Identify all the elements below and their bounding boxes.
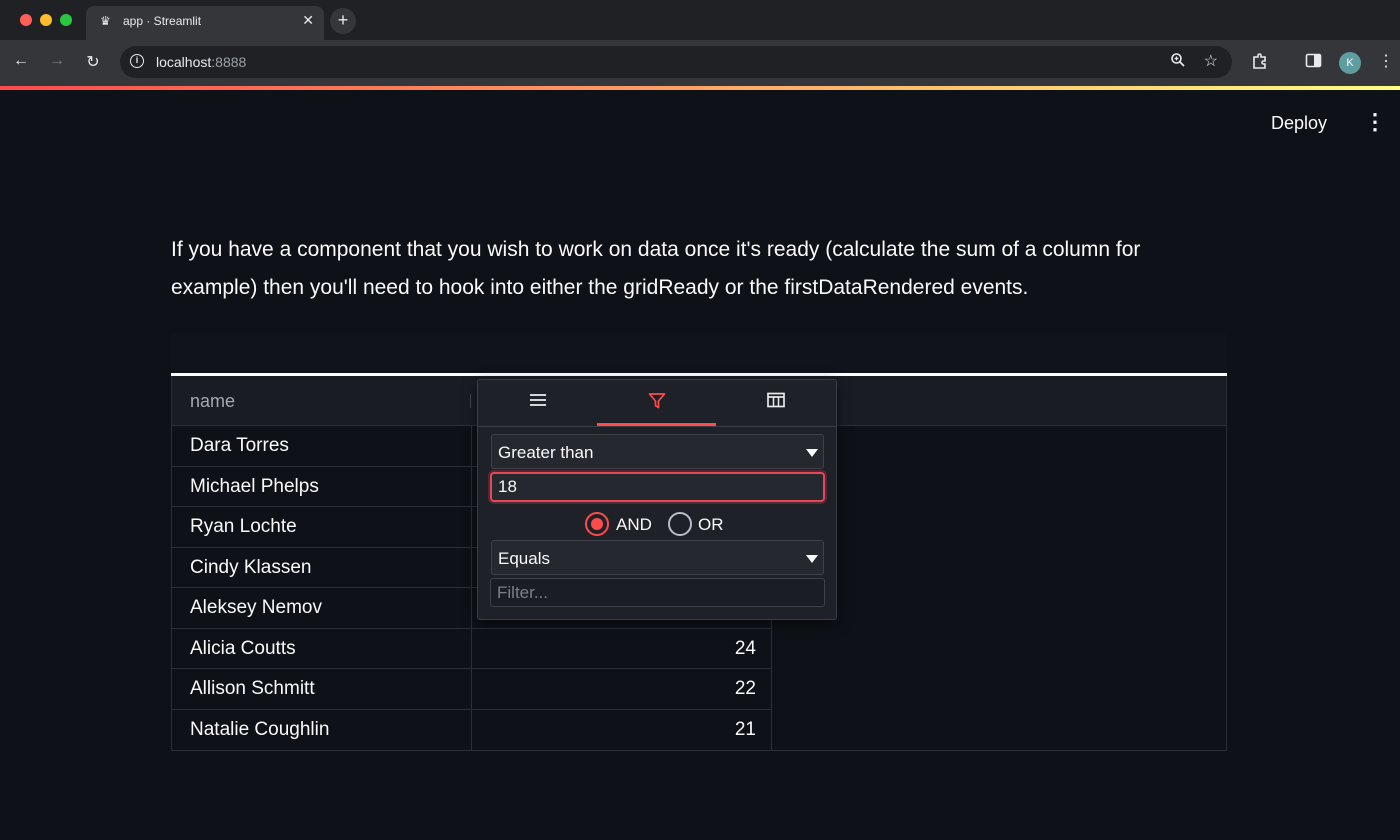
cell-name: Alicia Coutts <box>190 637 296 659</box>
streamlit-decoration-bar <box>0 86 1400 90</box>
side-panel-icon[interactable] <box>1305 52 1322 73</box>
tab-title: app · Streamlit <box>123 14 202 28</box>
zoom-icon[interactable] <box>1170 52 1186 71</box>
filter-funnel-icon <box>648 392 666 415</box>
table-row[interactable]: Allison Schmitt 22 <box>172 669 772 710</box>
tab-columns[interactable] <box>716 380 835 426</box>
browser-titlebar: ♛ app · Streamlit ✕ + <box>0 0 1400 40</box>
condition1-type-value: Greater than <box>498 443 594 462</box>
minimize-window-button[interactable] <box>40 14 52 26</box>
cell-name: Cindy Klassen <box>190 556 312 578</box>
deploy-button[interactable]: Deploy <box>1258 108 1340 138</box>
cell-name: Michael Phelps <box>190 475 319 497</box>
column-header-name[interactable]: name <box>190 391 235 412</box>
streamlit-favicon-icon: ♛ <box>100 14 111 28</box>
cell-name: Dara Torres <box>190 435 289 456</box>
tab-close-icon[interactable]: ✕ <box>302 12 314 29</box>
bookmark-star-icon[interactable]: ☆ <box>1204 51 1218 71</box>
new-tab-button[interactable]: + <box>330 8 356 34</box>
and-radio[interactable] <box>585 512 609 536</box>
chevron-down-icon <box>806 555 818 563</box>
close-window-button[interactable] <box>20 14 32 26</box>
extensions-icon[interactable] <box>1251 52 1269 74</box>
table-row[interactable]: Natalie Coughlin 21 <box>172 710 772 751</box>
back-icon[interactable]: ← <box>10 52 32 70</box>
columns-icon <box>766 392 785 413</box>
and-label: AND <box>616 515 652 534</box>
forward-icon[interactable]: → <box>46 52 68 70</box>
or-label: OR <box>698 515 724 534</box>
tab-general-menu[interactable] <box>478 380 597 426</box>
cell-age: 21 <box>734 718 756 740</box>
cell-age: 22 <box>734 678 756 699</box>
main-menu-icon[interactable]: ⋮ <box>1364 108 1386 138</box>
or-radio[interactable] <box>668 512 692 536</box>
tab-filter[interactable] <box>597 380 716 426</box>
condition2-value-input[interactable] <box>490 578 825 607</box>
menu-lines-icon <box>529 392 547 413</box>
cell-name: Allison Schmitt <box>190 678 315 699</box>
maximize-window-button[interactable] <box>60 14 72 26</box>
condition1-value-input[interactable] <box>490 472 825 502</box>
cell-name: Natalie Coughlin <box>190 718 330 740</box>
popup-tab-divider <box>478 426 836 427</box>
url-text: localhost:8888 <box>156 54 247 70</box>
condition2-type-value: Equals <box>498 549 550 568</box>
description-text: If you have a component that you wish to… <box>171 238 1141 299</box>
column-resize-handle[interactable] <box>470 394 471 408</box>
table-row[interactable]: Alicia Coutts 24 <box>172 629 772 669</box>
browser-menu-icon[interactable]: ⋮ <box>1378 51 1394 71</box>
chevron-down-icon <box>806 449 818 457</box>
reload-icon[interactable]: ↻ <box>82 52 104 72</box>
profile-avatar[interactable]: K <box>1339 52 1361 74</box>
column-filter-popup: Greater than AND OR Equals <box>477 379 837 620</box>
cell-age: 24 <box>734 637 756 659</box>
cell-name: Aleksey Nemov <box>190 597 322 618</box>
browser-toolbar: ← → ↻ i localhost:8888 ☆ K ⋮ <box>0 40 1400 86</box>
site-info-icon[interactable]: i <box>130 54 144 68</box>
browser-tab[interactable]: ♛ app · Streamlit ✕ <box>86 6 324 40</box>
address-bar[interactable]: i localhost:8888 ☆ <box>120 46 1232 78</box>
condition1-type-select[interactable]: Greater than <box>491 434 824 469</box>
grid-toolbar-area <box>171 334 1227 374</box>
condition2-type-select[interactable]: Equals <box>491 540 824 575</box>
cell-name: Ryan Lochte <box>190 516 297 537</box>
